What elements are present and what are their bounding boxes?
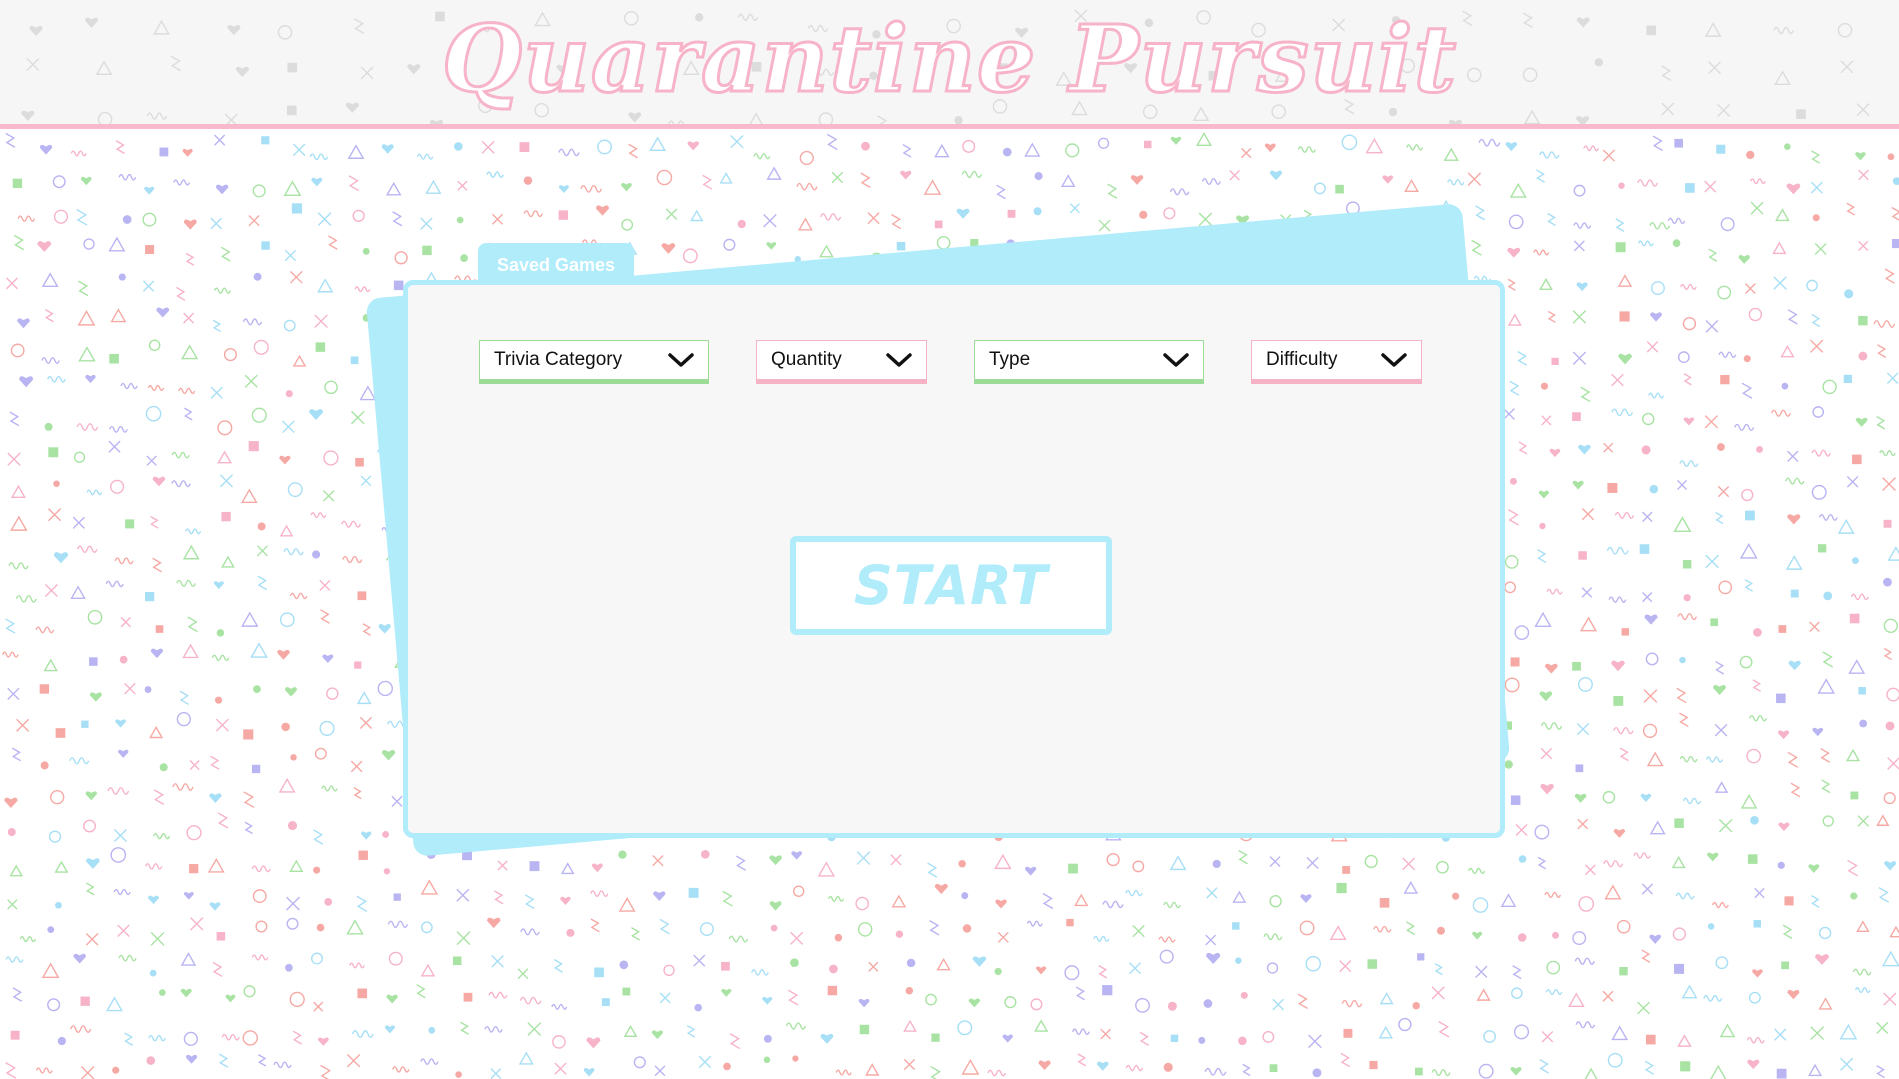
chevron-down-icon (668, 352, 694, 368)
difficulty-select[interactable]: Difficulty (1251, 340, 1422, 384)
chevron-down-icon (886, 352, 912, 368)
type-label: Type (989, 349, 1031, 370)
quantity-select[interactable]: Quantity (756, 340, 927, 384)
app-title: Quarantine Pursuit (440, 4, 1458, 115)
trivia-category-select[interactable]: Trivia Category (479, 340, 709, 384)
trivia-category-label: Trivia Category (494, 349, 623, 370)
header-bar: Quarantine Pursuit (0, 0, 1899, 129)
start-button[interactable]: START (790, 536, 1112, 635)
chevron-down-icon (1163, 352, 1189, 368)
game-setup-panel: Trivia Category Quantity Type Difficulty… (403, 280, 1505, 838)
type-select[interactable]: Type (974, 340, 1204, 384)
difficulty-label: Difficulty (1266, 349, 1338, 370)
chevron-down-icon (1381, 352, 1407, 368)
quantity-label: Quantity (771, 349, 842, 370)
